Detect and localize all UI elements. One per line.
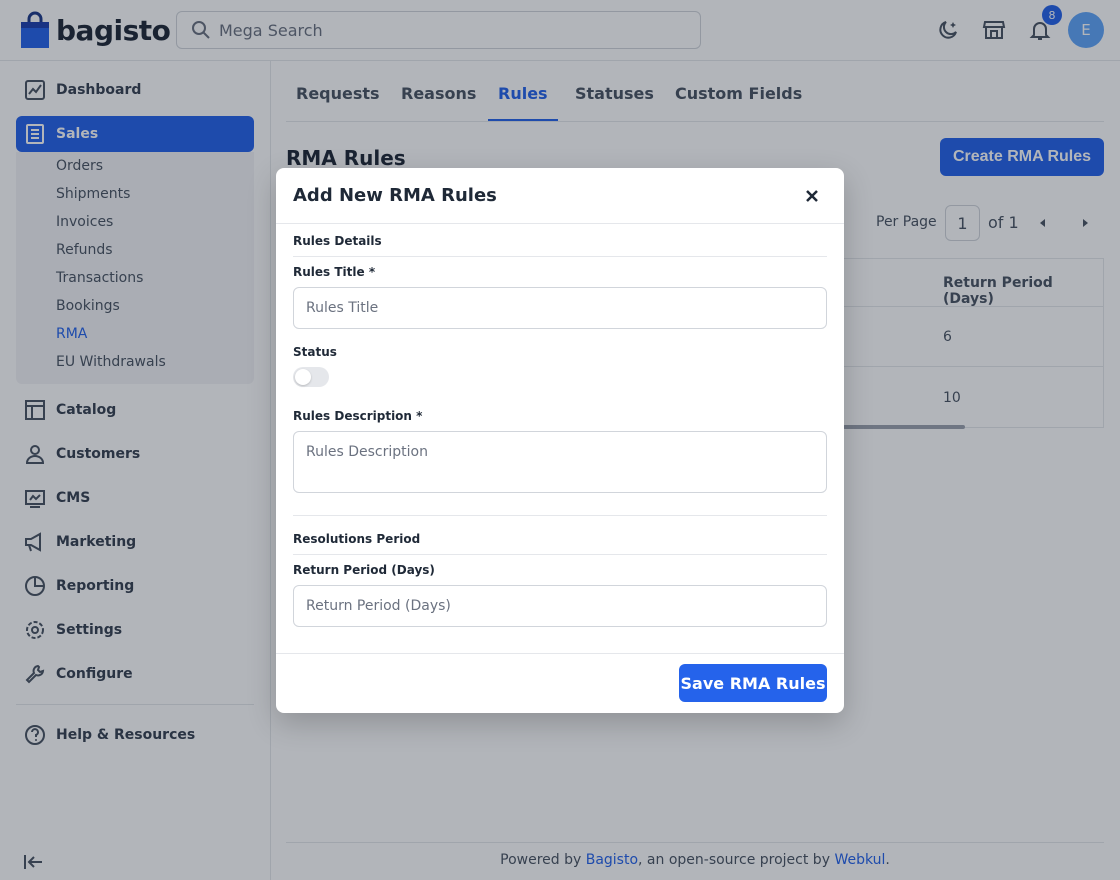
status-label: Status [293, 345, 337, 359]
rules-description-textarea[interactable] [293, 431, 827, 493]
modal-footer-divider [276, 653, 844, 654]
close-icon [806, 190, 818, 202]
section-divider [293, 515, 827, 516]
status-toggle[interactable] [293, 367, 329, 387]
toggle-knob [295, 369, 311, 385]
section-resolutions-period: Resolutions Period [293, 532, 421, 546]
rules-title-label: Rules Title * [293, 265, 376, 279]
rules-description-label: Rules Description * [293, 409, 423, 423]
modal-title: Add New RMA Rules [293, 185, 497, 206]
close-button[interactable] [802, 186, 822, 206]
return-period-input[interactable] [293, 585, 827, 627]
modal-header-divider [276, 223, 844, 224]
save-rma-rules-button[interactable]: Save RMA Rules [679, 664, 827, 702]
rules-title-input[interactable] [293, 287, 827, 329]
section-rules-details: Rules Details [293, 234, 382, 248]
section-divider [293, 256, 827, 257]
add-rma-rules-modal: Add New RMA Rules Rules Details Rules Ti… [276, 168, 844, 713]
return-period-label: Return Period (Days) [293, 563, 435, 577]
section-divider [293, 554, 827, 555]
